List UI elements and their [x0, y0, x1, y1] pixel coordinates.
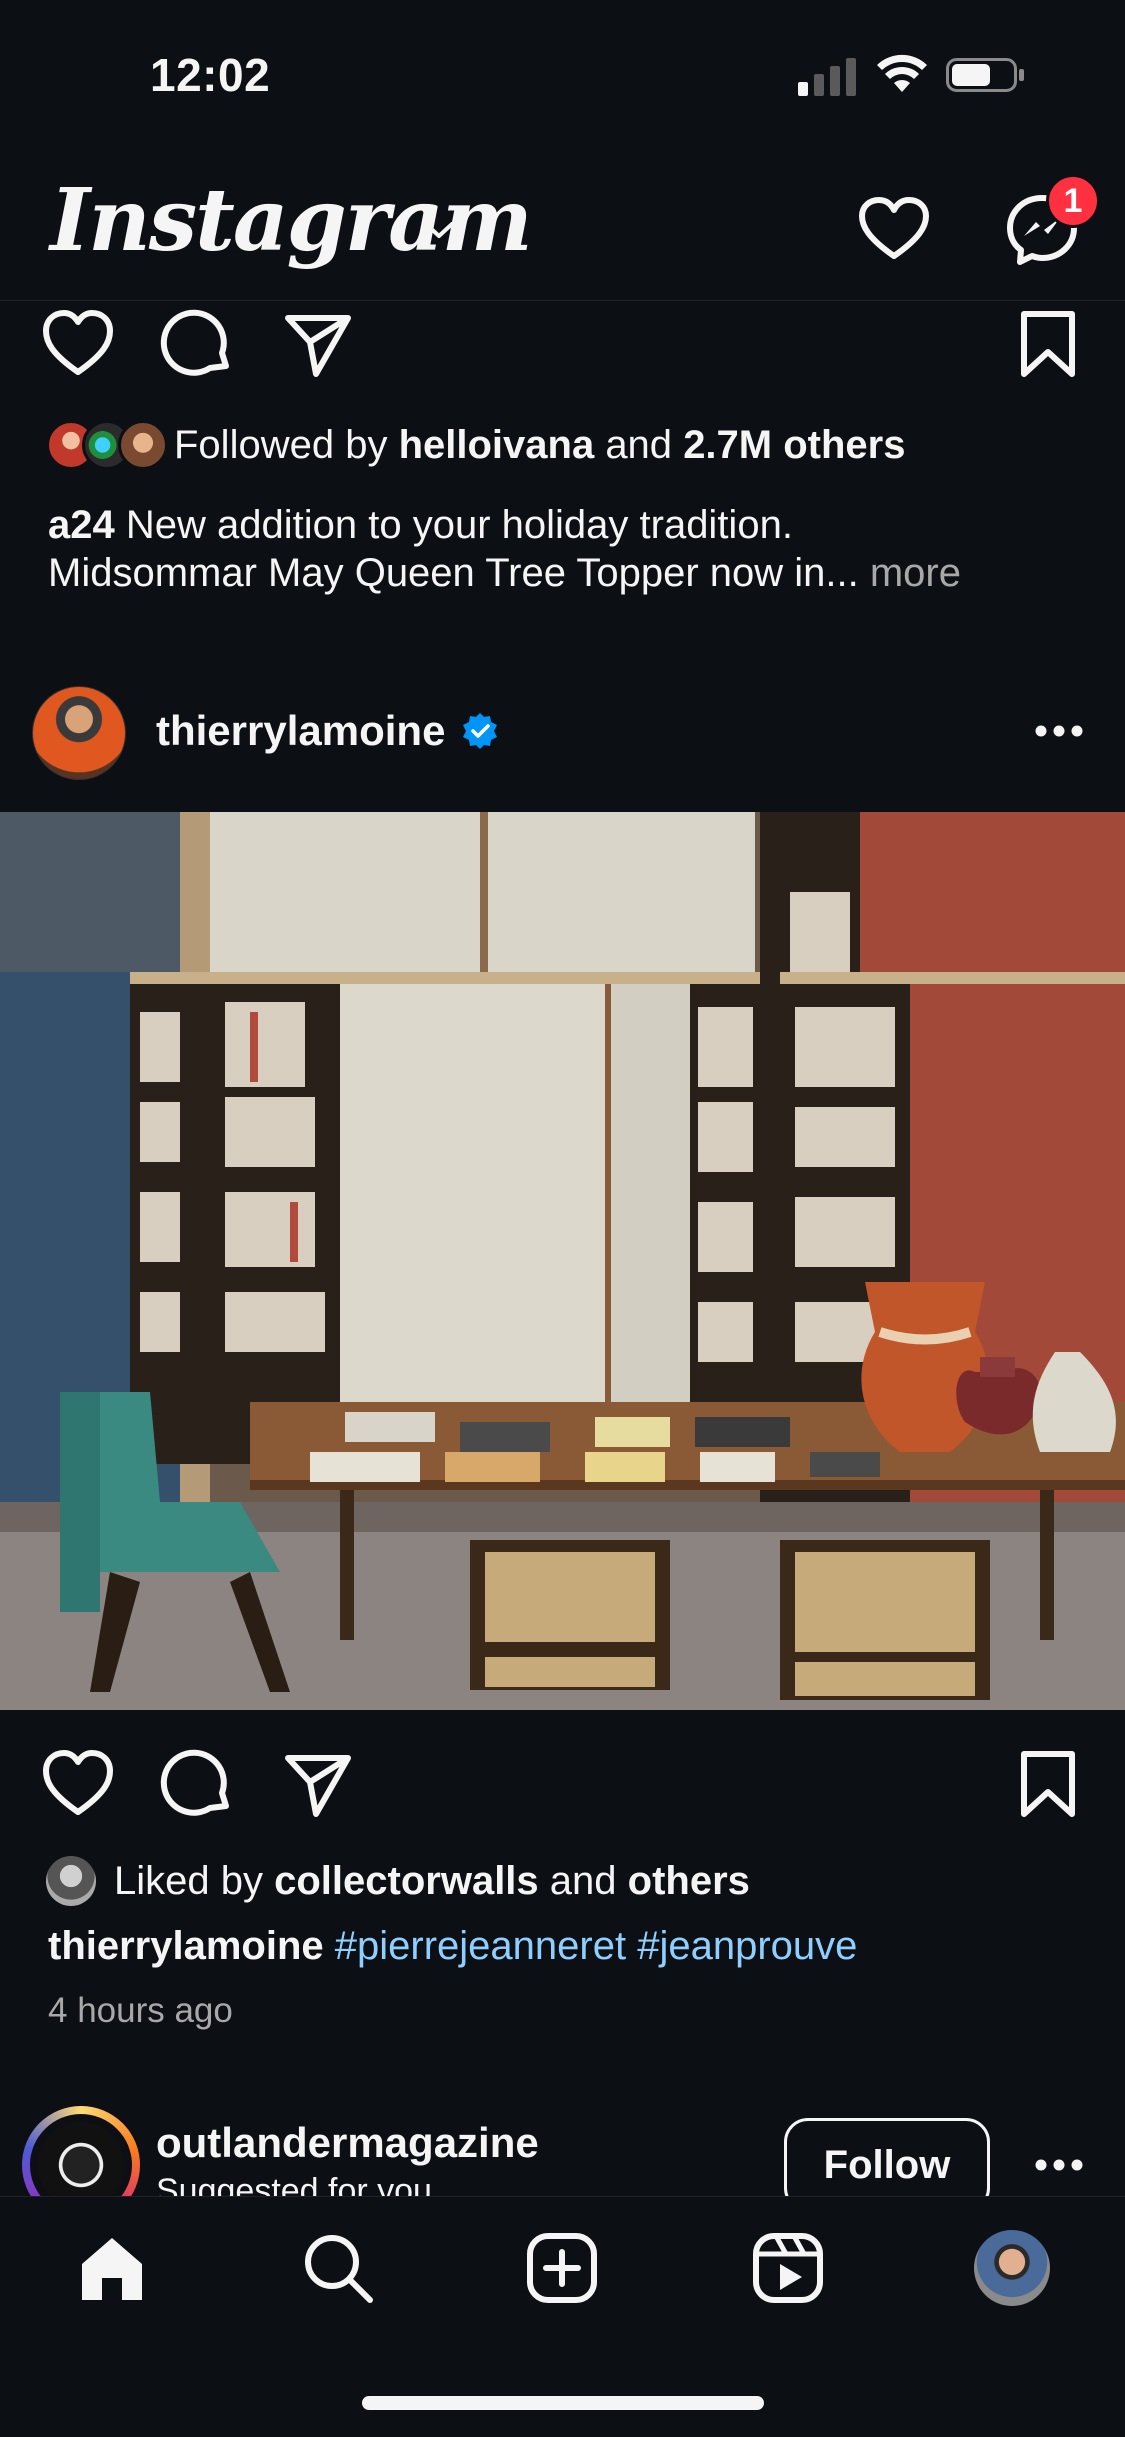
caption-username[interactable]: thierrylamoine	[48, 1924, 324, 1968]
followed-user-link[interactable]: helloivana	[399, 423, 595, 467]
post-username[interactable]: thierrylamoine	[156, 706, 445, 756]
cellular-signal-icon	[798, 58, 856, 96]
share-send-icon[interactable]	[280, 306, 356, 382]
caption-username[interactable]: a24	[48, 503, 115, 547]
liked-prefix: Liked by	[114, 1859, 263, 1903]
create-post-icon[interactable]	[526, 2232, 598, 2304]
status-time: 12:02	[150, 49, 271, 101]
liked-user-link[interactable]: collectorwalls	[274, 1859, 539, 1903]
like-heart-icon[interactable]	[40, 1746, 116, 1822]
chevron-down-icon[interactable]	[422, 218, 456, 242]
caption-more-link[interactable]: more	[870, 551, 961, 595]
more-options-icon[interactable]	[1034, 724, 1084, 738]
post-username[interactable]: outlandermagazine	[156, 2118, 539, 2168]
verified-badge-icon	[463, 713, 497, 749]
battery-icon	[946, 58, 1024, 92]
followed-prefix: Followed by	[174, 423, 388, 467]
home-icon[interactable]	[76, 2234, 148, 2304]
search-icon[interactable]	[302, 2232, 374, 2304]
liker-avatar[interactable]	[46, 1856, 96, 1906]
hashtag-link[interactable]: #pierrejeanneret	[335, 1924, 626, 1968]
hashtag-link[interactable]: #jeanprouve	[637, 1924, 857, 1968]
profile-avatar[interactable]	[974, 2230, 1050, 2306]
liked-and: and	[549, 1859, 617, 1903]
post1-caption-line2: Midsommar May Queen Tree Topper now in..…	[48, 548, 961, 598]
liked-by-text[interactable]: Liked by collectorwalls and others	[114, 1856, 750, 1906]
notification-badge: 1	[1046, 174, 1100, 228]
save-bookmark-icon[interactable]	[1010, 306, 1086, 382]
avatar[interactable]	[32, 686, 126, 780]
instagram-logo[interactable]: Instagram	[50, 170, 533, 271]
liked-others-link[interactable]: others	[628, 1859, 750, 1903]
comment-icon[interactable]	[160, 306, 236, 382]
home-indicator	[362, 2396, 764, 2410]
header-divider	[0, 300, 1125, 301]
followed-others-link[interactable]: 2.7M others	[683, 423, 905, 467]
save-bookmark-icon[interactable]	[1010, 1746, 1086, 1822]
more-options-icon[interactable]	[1034, 2158, 1084, 2172]
activity-heart-icon[interactable]	[858, 196, 930, 262]
reels-icon[interactable]	[752, 2232, 824, 2304]
caption-text: New addition to your holiday tradition.	[125, 503, 793, 547]
post2-caption: thierrylamoine #pierrejeanneret #jeanpro…	[48, 1921, 857, 1971]
wifi-icon	[877, 54, 927, 92]
caption-text-2: Midsommar May Queen Tree Topper now in..…	[48, 551, 859, 595]
followed-and: and	[605, 423, 673, 467]
post1-caption-line1: a24 New addition to your holiday traditi…	[48, 500, 793, 550]
follower-avatar	[118, 420, 168, 470]
post-image[interactable]	[0, 812, 1125, 1710]
post-timestamp: 4 hours ago	[48, 1991, 233, 2030]
like-heart-icon[interactable]	[40, 306, 116, 382]
followed-by-text[interactable]: Followed by helloivana and 2.7M others	[174, 420, 905, 470]
share-send-icon[interactable]	[280, 1746, 356, 1822]
comment-icon[interactable]	[160, 1746, 236, 1822]
